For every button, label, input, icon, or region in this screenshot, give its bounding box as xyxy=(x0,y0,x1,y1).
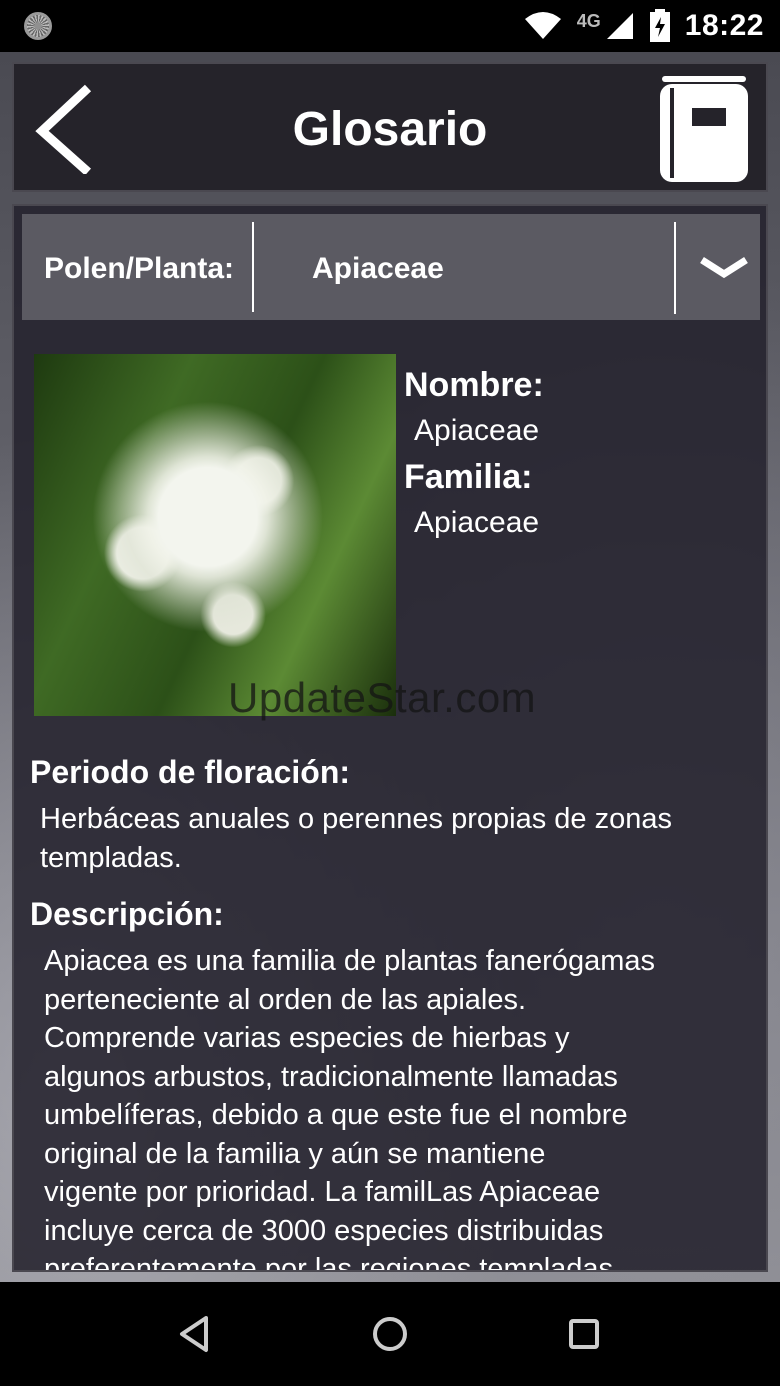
selector-value[interactable]: Apiaceae xyxy=(312,252,444,286)
nav-recents-button[interactable] xyxy=(562,1312,606,1356)
nav-back-button[interactable] xyxy=(174,1312,218,1356)
name-value: Apiaceae xyxy=(414,414,540,447)
nav-home-button[interactable] xyxy=(368,1312,412,1356)
plant-photo xyxy=(34,354,396,716)
text-line: templadas. xyxy=(40,841,182,874)
text-line: perteneciente al orden de las apiales. xyxy=(44,983,527,1016)
selector-label: Polen/Planta: xyxy=(44,252,235,285)
plant-selector[interactable]: Polen/Planta: Apiaceae xyxy=(22,214,760,320)
wifi-icon xyxy=(524,12,561,39)
text-line: Herbáceas anuales o perennes propias de … xyxy=(40,803,672,835)
dropdown-button[interactable] xyxy=(694,244,754,288)
glossary-book-button[interactable] xyxy=(658,74,750,184)
signal-icon xyxy=(606,13,633,39)
notification-icon xyxy=(24,12,52,40)
status-icons: 4G 18:22 xyxy=(523,8,764,44)
text-line: preferentemente por las regiones templad… xyxy=(44,1253,614,1272)
description-title: Descripción: xyxy=(30,896,224,932)
description-text[interactable]: Apiacea es una familia de plantas faneró… xyxy=(44,942,655,1272)
name-label: Nombre: xyxy=(404,366,544,404)
triangle-back-icon xyxy=(180,1316,208,1352)
text-line: Comprende varias especies de hierbas y xyxy=(44,1022,570,1054)
app-screen: Glosario Polen/Planta: Apiaceae Nombre: xyxy=(0,52,780,1282)
chevron-down-icon xyxy=(700,257,748,279)
text-line: incluye cerca de 3000 especies distribui… xyxy=(44,1214,604,1247)
text-line: vigente por prioridad. La famil­Las Apia… xyxy=(44,1176,601,1208)
circle-home-icon xyxy=(373,1317,407,1351)
text-line: algunos arbustos, tradicionalmente llama… xyxy=(44,1060,618,1093)
header: Glosario xyxy=(12,62,768,192)
divider xyxy=(252,222,254,312)
square-recents-icon xyxy=(569,1319,599,1349)
flowering-title: Periodo de floración: xyxy=(30,754,351,790)
navigation-bar xyxy=(0,1282,780,1386)
status-bar: 4G 18:22 xyxy=(0,0,780,52)
text-line: Apiacea es una familia de plantas faneró… xyxy=(44,945,655,977)
glossary-panel: Polen/Planta: Apiaceae Nombre: Apiaceae … xyxy=(12,204,768,1272)
text-line: original de la familia y aún se mantiene xyxy=(44,1137,546,1170)
book-icon xyxy=(660,76,748,182)
text-line: umbelíferas, debido a que este fue el no… xyxy=(44,1099,628,1131)
clock: 18:22 xyxy=(684,9,764,42)
divider xyxy=(674,222,676,314)
family-value: Apiaceae xyxy=(414,506,540,539)
page-title: Glosario xyxy=(292,103,488,156)
network-type: 4G xyxy=(576,10,601,31)
family-label: Familia: xyxy=(404,458,533,496)
flowering-text: Herbáceas anuales o perennes propias de … xyxy=(40,800,672,877)
watermark: UpdateStar.com xyxy=(228,674,537,721)
battery-icon xyxy=(649,9,670,42)
